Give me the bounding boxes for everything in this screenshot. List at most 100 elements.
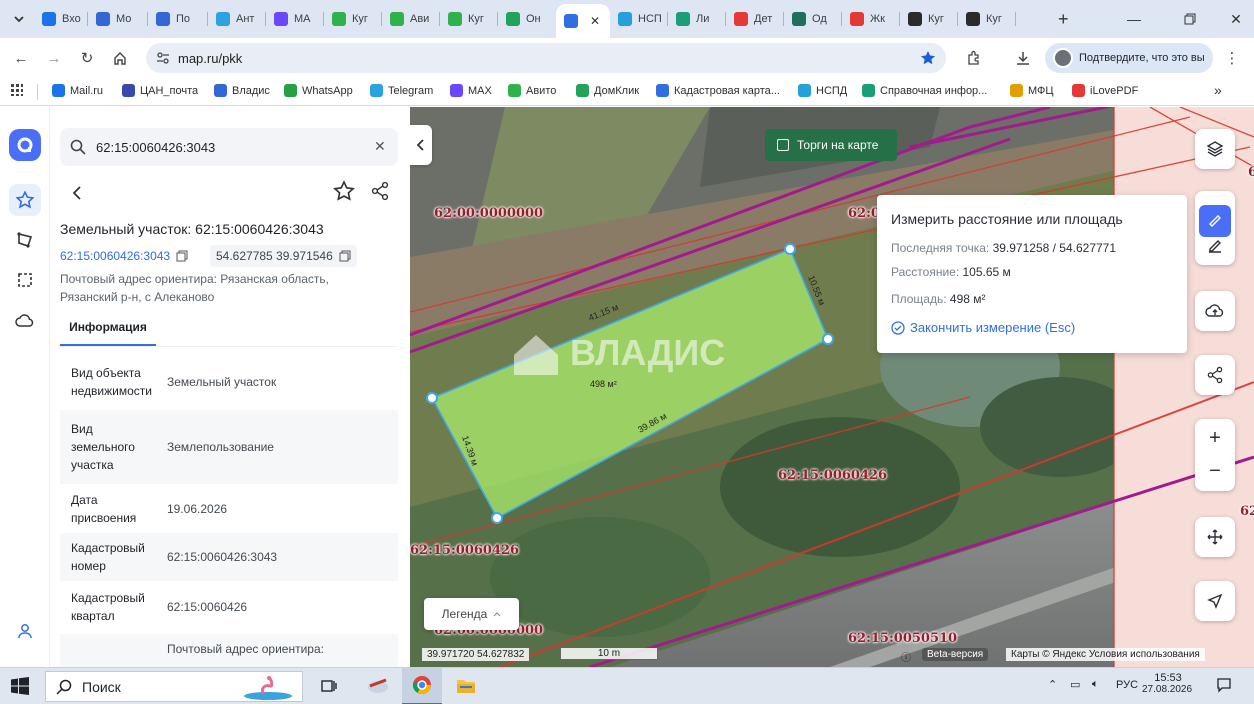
bookmark-item[interactable]: iLovePDF: [1072, 84, 1138, 97]
bookmark-item[interactable]: WhatsApp: [284, 84, 353, 97]
vertex-handle[interactable]: [784, 243, 796, 255]
ruler-button[interactable]: [1199, 205, 1231, 237]
browser-tab[interactable]: Куг: [440, 6, 498, 32]
tab-information[interactable]: Информация: [60, 316, 156, 346]
new-tab-button[interactable]: +: [1052, 6, 1078, 32]
pan-button[interactable]: [1195, 517, 1235, 557]
info-icon[interactable]: ⓘ: [896, 648, 916, 665]
browser-menu-button[interactable]: ⋮: [1220, 46, 1244, 70]
copy-icon[interactable]: [176, 250, 188, 262]
back-button[interactable]: ←: [9, 46, 33, 70]
minimize-button[interactable]: —: [1117, 6, 1151, 32]
bookmark-item[interactable]: Авито: [508, 84, 556, 97]
taskbar-chrome[interactable]: [402, 668, 442, 704]
coordinates-chip[interactable]: 54.627785 39.971546: [210, 245, 357, 267]
home-button[interactable]: [108, 46, 132, 70]
browser-tab[interactable]: Куг: [900, 6, 958, 32]
vertex-handle[interactable]: [822, 333, 834, 345]
cadastral-number-chip[interactable]: 62:15:0060426:3043: [54, 245, 194, 267]
map-attribution[interactable]: Карты © Яндекс Условия использования: [1006, 648, 1205, 661]
vertex-handle[interactable]: [426, 392, 438, 404]
zoom-in-button[interactable]: +: [1209, 427, 1221, 450]
start-button[interactable]: [11, 677, 29, 695]
bookmark-item[interactable]: Справочная инфор...: [862, 84, 987, 97]
vertex-handle[interactable]: [491, 512, 503, 524]
bookmark-item[interactable]: НСПД: [798, 84, 847, 97]
browser-tab[interactable]: Ави: [382, 6, 440, 32]
close-window-button[interactable]: ✕: [1219, 6, 1253, 32]
forward-button[interactable]: →: [42, 46, 66, 70]
browser-tab[interactable]: Жк: [842, 6, 900, 32]
taskbar-search[interactable]: Поиск: [45, 671, 303, 702]
browser-tab[interactable]: Вхо: [34, 6, 88, 32]
language-indicator[interactable]: РУС: [1116, 679, 1138, 691]
favorites-rail-button[interactable]: [9, 184, 41, 216]
reload-button[interactable]: ↻: [75, 46, 99, 70]
browser-tab[interactable]: Ли: [668, 6, 726, 32]
browser-tab[interactable]: Он: [498, 6, 556, 32]
satellite-map[interactable]: 41.15 м 10.55 м 39.86 м 14.39 м 498 м² В…: [410, 107, 1254, 667]
copy-icon[interactable]: [339, 250, 351, 262]
tray-overflow-icon[interactable]: ⌃: [1048, 678, 1057, 691]
bookmark-item[interactable]: Telegram: [370, 84, 433, 97]
clear-search-icon[interactable]: ✕: [374, 138, 386, 155]
address-bar[interactable]: map.ru/pkk: [146, 43, 946, 73]
browser-tab[interactable]: Ант: [208, 6, 266, 32]
taskbar-clock[interactable]: 15:53 27.08.2026: [1142, 672, 1192, 695]
bookmark-item[interactable]: MAX: [450, 84, 492, 97]
extensions-button[interactable]: [962, 46, 986, 70]
browser-tab[interactable]: По: [148, 6, 208, 32]
checkbox-icon[interactable]: [777, 139, 789, 151]
cadastral-quarter-label[interactable]: 62:00:0000000: [434, 206, 543, 221]
bookmark-item[interactable]: ЦАН_почта: [122, 84, 198, 97]
cadastral-quarter-label[interactable]: 62:15:0060426: [410, 543, 519, 558]
share-button[interactable]: [370, 181, 394, 205]
bookmark-item[interactable]: Mail.ru: [52, 84, 103, 97]
legend-button[interactable]: Легенда: [424, 598, 519, 630]
cloud-rail-button[interactable]: [9, 305, 41, 337]
my-location-button[interactable]: [1195, 581, 1235, 621]
browser-tab[interactable]: ✕: [556, 4, 610, 38]
cadastral-quarter-label[interactable]: 62:15:0050510: [848, 631, 957, 646]
select-area-rail-button[interactable]: [9, 264, 41, 296]
notifications-button[interactable]: [1216, 677, 1232, 693]
taskbar-app-pinned[interactable]: [366, 674, 390, 698]
apps-button[interactable]: [10, 83, 24, 97]
browser-tab[interactable]: МА: [266, 6, 324, 32]
bookmark-item[interactable]: Кадастровая карта...: [656, 84, 780, 97]
maximize-button[interactable]: [1173, 6, 1207, 32]
layers-button[interactable]: [1195, 129, 1235, 169]
search-input[interactable]: 62:15:0060426:3043 ✕: [60, 128, 398, 166]
taskbar-file-explorer[interactable]: [446, 668, 486, 704]
cadastral-quarter-label[interactable]: 62:15:0060426: [778, 468, 887, 483]
zoom-out-button[interactable]: −: [1209, 460, 1221, 483]
close-tab-icon[interactable]: ✕: [590, 14, 600, 28]
account-rail-button[interactable]: [9, 615, 41, 647]
bookmark-item[interactable]: МФЦ: [1010, 84, 1054, 97]
cadastral-number-link[interactable]: 62:15:0060426:3043: [60, 249, 170, 263]
browser-tab[interactable]: Дет: [726, 6, 784, 32]
edit-button[interactable]: [1206, 237, 1224, 255]
browser-tab[interactable]: Мо: [88, 6, 148, 32]
tab-list-dropdown-button[interactable]: [6, 6, 32, 32]
share-map-button[interactable]: [1195, 355, 1235, 395]
browser-tab[interactable]: Од: [784, 6, 842, 32]
draw-area-rail-button[interactable]: [9, 224, 41, 256]
cadastral-quarter-label[interactable]: 62:0: [848, 206, 880, 221]
upload-button[interactable]: [1195, 291, 1235, 331]
favorite-button[interactable]: [333, 180, 357, 204]
downloads-button[interactable]: [1011, 46, 1035, 70]
back-to-results-button[interactable]: [66, 181, 90, 205]
site-settings-icon[interactable]: [156, 51, 170, 65]
browser-tab[interactable]: НСП: [610, 6, 668, 32]
cadastral-quarter-label[interactable]: 62:1: [1240, 504, 1254, 519]
task-view-button[interactable]: [320, 677, 338, 695]
bookmark-item[interactable]: Владис: [214, 84, 270, 97]
browser-tab[interactable]: Куг: [324, 6, 382, 32]
network-icon[interactable]: ▭: [1070, 678, 1080, 691]
collapse-panel-button[interactable]: [410, 125, 432, 165]
beta-badge[interactable]: Beta-версия: [922, 648, 989, 661]
url-text[interactable]: map.ru/pkk: [178, 51, 242, 66]
profile-button[interactable]: Подтвердите, что это вы: [1045, 43, 1213, 73]
volume-icon[interactable]: 🔈︎: [1092, 678, 1099, 691]
